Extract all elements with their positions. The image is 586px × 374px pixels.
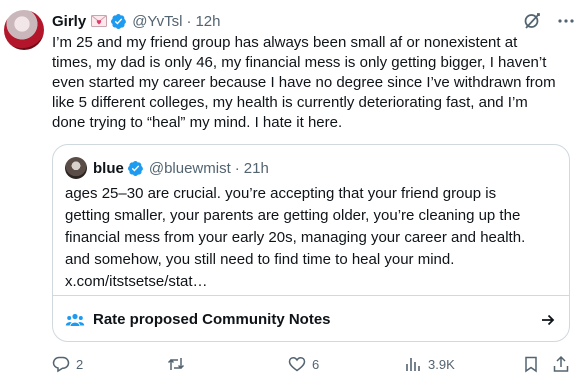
header-separator: ·: [186, 12, 192, 30]
views-button[interactable]: 3.9K: [404, 355, 455, 373]
share-icon: [553, 355, 569, 372]
like-button[interactable]: 6: [288, 355, 319, 373]
retweet-button[interactable]: [167, 355, 191, 373]
community-notes-people-icon: [65, 313, 85, 326]
quote-header-separator: ·: [234, 159, 240, 177]
views-count: 3.9K: [428, 356, 455, 372]
verified-badge-icon: [111, 13, 127, 29]
more-icon[interactable]: [556, 11, 576, 31]
author-display-name[interactable]: Girly: [52, 13, 86, 30]
bookmark-icon: [525, 356, 537, 373]
heart-letter-emoji-icon: [91, 15, 108, 27]
author-handle[interactable]: @YvTsl: [132, 13, 182, 30]
reply-button[interactable]: 2: [52, 355, 83, 373]
reply-icon: [52, 356, 70, 373]
bookmark-button[interactable]: [522, 355, 540, 373]
community-notes-label: Rate proposed Community Notes: [93, 311, 331, 328]
tweet-text: I’m 25 and my friend group has always be…: [52, 34, 556, 131]
verified-badge-icon: [127, 160, 143, 176]
quote-header: blue @bluewmist · 21h: [65, 157, 269, 179]
quote-author-avatar: [65, 157, 87, 179]
quote-timestamp: 21h: [243, 159, 269, 177]
retweet-icon: [167, 358, 185, 370]
quote-author-handle: @bluewmist: [148, 159, 231, 177]
author-avatar[interactable]: [4, 10, 44, 50]
action-bar: 2 6 3.9K: [52, 355, 572, 373]
tweet-header: Girly @YvTsl · 12h: [52, 11, 576, 31]
quote-text: ages 25–30 are crucial. you’re accepting…: [65, 185, 526, 290]
arrow-right-icon: [542, 314, 555, 325]
header-actions: [522, 11, 576, 31]
community-notes-row[interactable]: Rate proposed Community Notes: [53, 295, 569, 341]
share-button[interactable]: [552, 355, 570, 373]
like-icon: [288, 356, 306, 372]
tweet[interactable]: Girly @YvTsl · 12h I’m 25 and my friend …: [0, 0, 586, 374]
views-icon: [406, 358, 420, 371]
tweet-timestamp[interactable]: 12h: [195, 13, 220, 30]
reply-count: 2: [76, 356, 84, 372]
grok-icon[interactable]: [522, 11, 542, 31]
quoted-tweet[interactable]: blue @bluewmist · 21h ages 25–30 are cru…: [52, 144, 570, 342]
quote-author-display-name: blue: [93, 159, 124, 177]
like-count: 6: [312, 356, 320, 372]
